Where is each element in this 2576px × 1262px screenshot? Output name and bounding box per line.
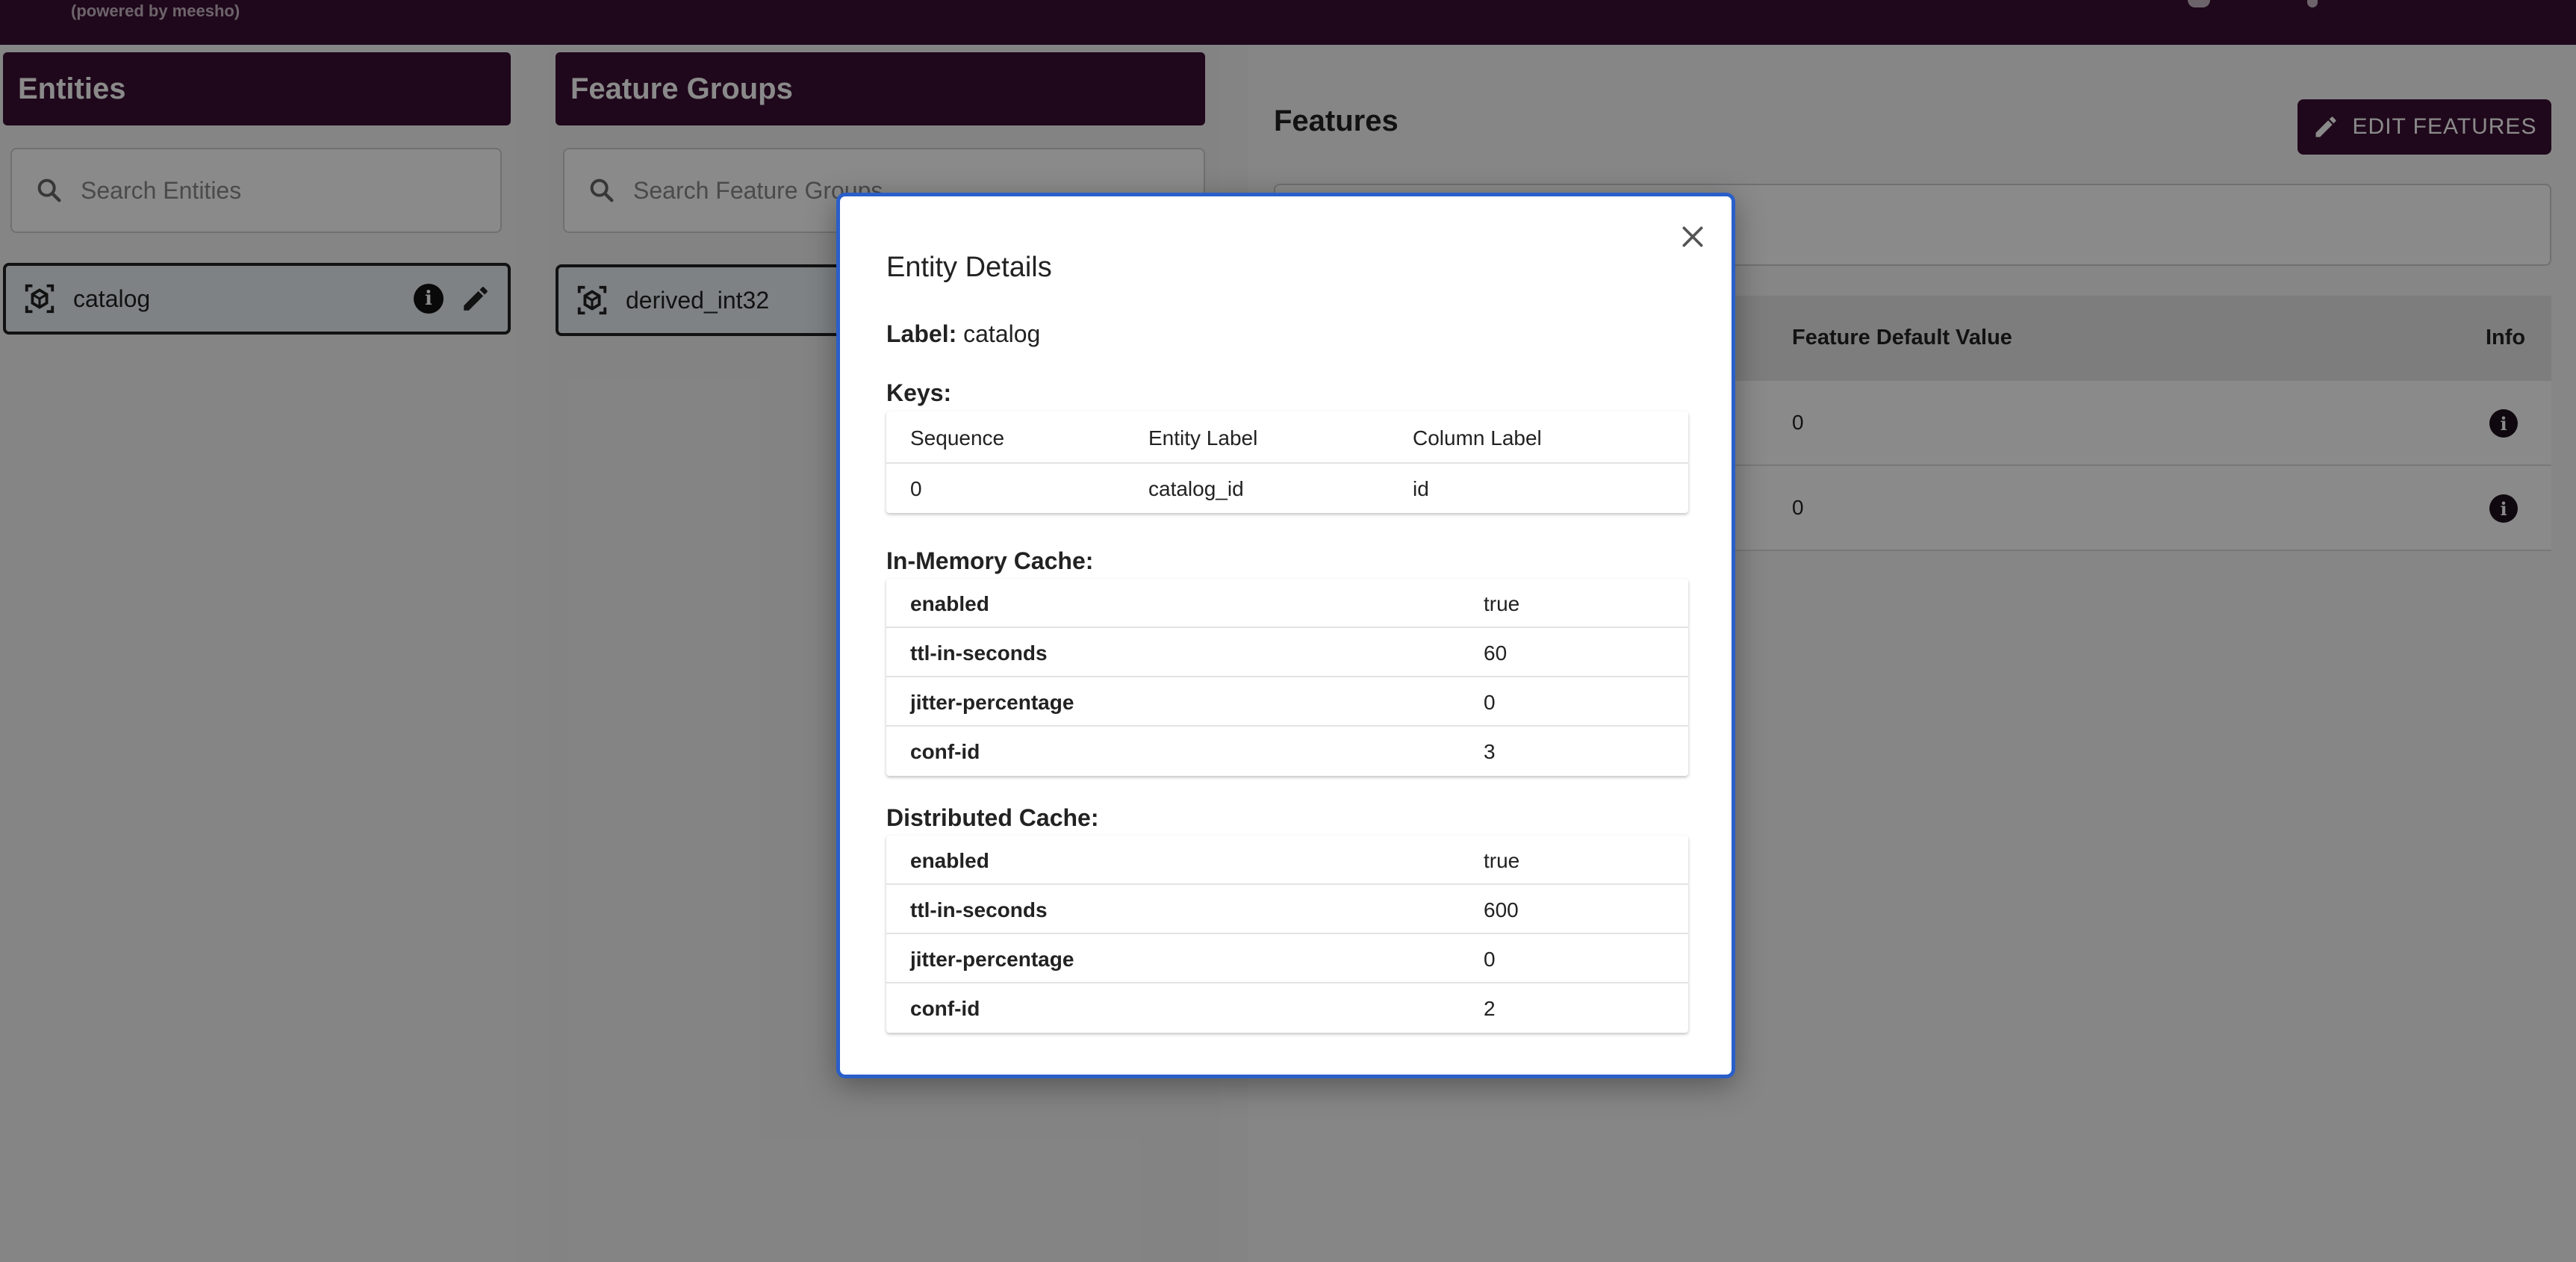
config-key: enabled — [910, 592, 989, 615]
config-value: 2 — [1484, 997, 1496, 1020]
config-value: 0 — [1484, 691, 1496, 714]
config-key: ttl-in-seconds — [910, 898, 1048, 921]
config-value: 0 — [1484, 948, 1496, 971]
config-value: 3 — [1484, 740, 1496, 763]
config-value: true — [1484, 592, 1520, 615]
keys-section-title: Keys: — [886, 379, 952, 406]
dialog-title: Entity Details — [886, 252, 1052, 283]
config-value: true — [1484, 849, 1520, 872]
label-value: catalog — [963, 320, 1041, 347]
entity-details-dialog: Entity Details Label: catalog Keys: Sequ… — [836, 193, 1735, 1078]
in-memory-cache-title: In-Memory Cache: — [886, 547, 1094, 574]
keys-table-header: Sequence Entity Label Column Label — [886, 411, 1688, 464]
column-header-sequence: Sequence — [910, 426, 1005, 450]
table-row: jitter-percentage 0 — [886, 934, 1688, 983]
table-row: conf-id 2 — [886, 983, 1688, 1033]
in-memory-cache-table: enabled true ttl-in-seconds 60 jitter-pe… — [886, 579, 1688, 776]
table-row: 0 catalog_id id — [886, 464, 1688, 513]
distributed-cache-title: Distributed Cache: — [886, 804, 1099, 831]
distributed-cache-table: enabled true ttl-in-seconds 600 jitter-p… — [886, 836, 1688, 1033]
table-row: ttl-in-seconds 60 — [886, 628, 1688, 677]
table-row: enabled true — [886, 836, 1688, 885]
table-row: jitter-percentage 0 — [886, 677, 1688, 727]
column-label-cell: id — [1413, 477, 1429, 500]
entity-label-cell: catalog_id — [1148, 477, 1244, 500]
config-key: enabled — [910, 849, 989, 872]
config-key: conf-id — [910, 997, 980, 1020]
config-key: ttl-in-seconds — [910, 641, 1048, 665]
column-header-entity-label: Entity Label — [1148, 426, 1258, 450]
table-row: ttl-in-seconds 600 — [886, 885, 1688, 934]
table-row: enabled true — [886, 579, 1688, 628]
close-icon[interactable] — [1678, 222, 1708, 252]
keys-table: Sequence Entity Label Column Label 0 cat… — [886, 411, 1688, 513]
column-header-column-label: Column Label — [1413, 426, 1542, 450]
config-key: jitter-percentage — [910, 691, 1074, 714]
config-key: jitter-percentage — [910, 948, 1074, 971]
config-key: conf-id — [910, 740, 980, 763]
config-value: 600 — [1484, 898, 1519, 921]
entity-label-line: Label: catalog — [886, 320, 1040, 348]
label-key: Label: — [886, 320, 957, 347]
table-row: conf-id 3 — [886, 727, 1688, 776]
config-value: 60 — [1484, 641, 1508, 665]
sequence-cell: 0 — [910, 477, 922, 500]
